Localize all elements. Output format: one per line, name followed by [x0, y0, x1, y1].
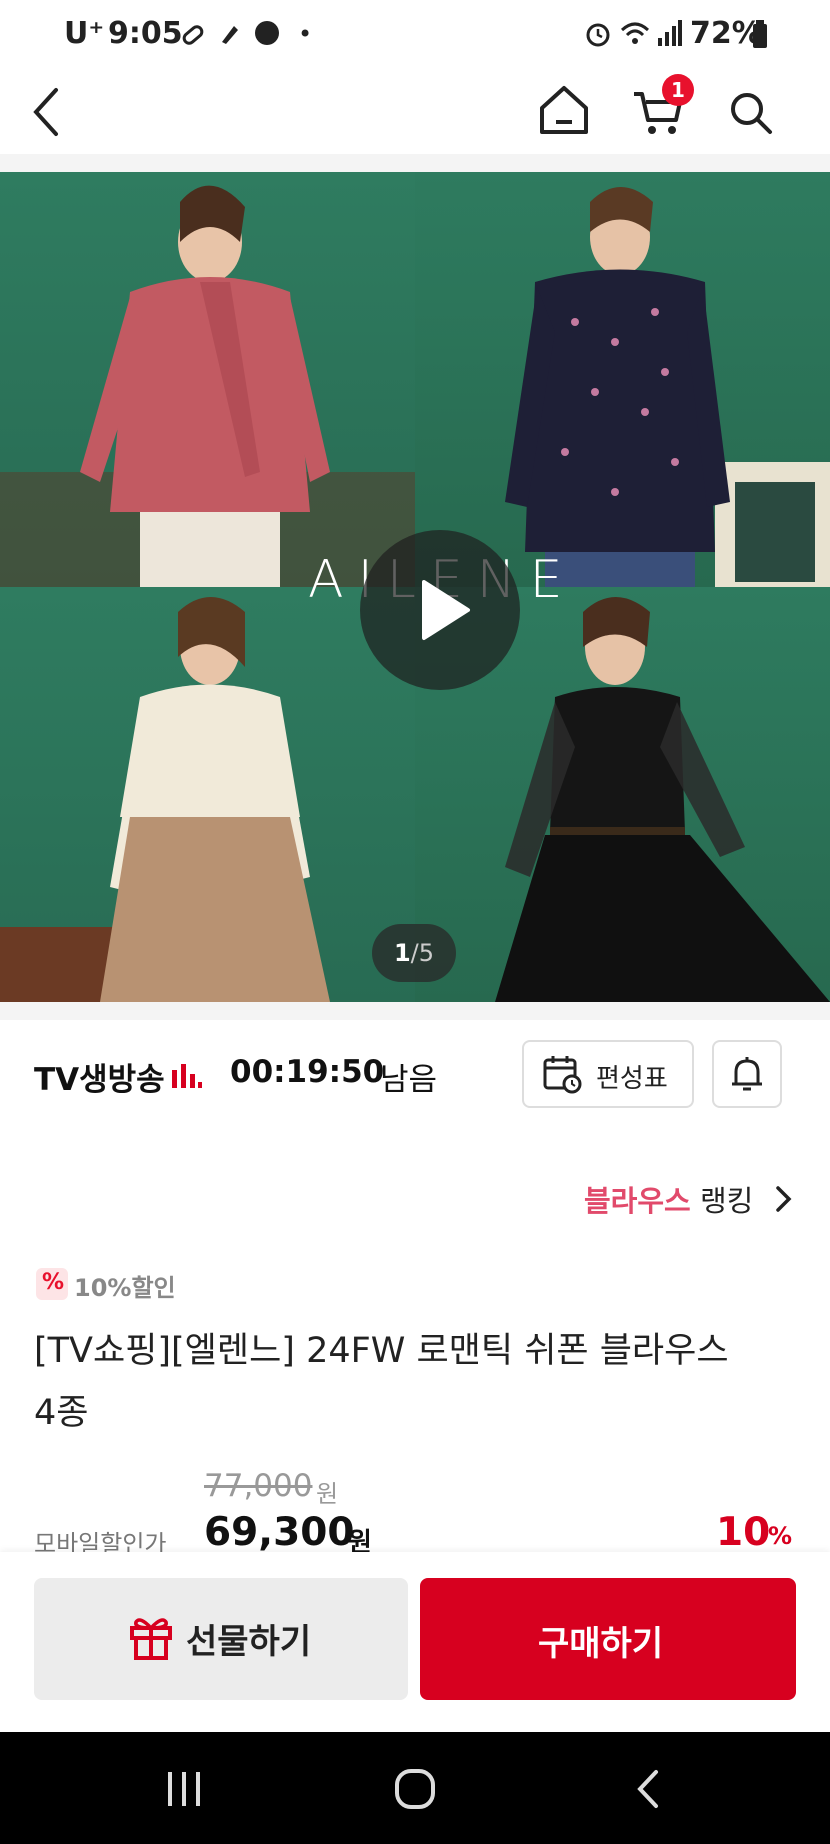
ranking-category: 블라우스	[584, 1184, 691, 1218]
battery-icon	[752, 20, 768, 52]
alarm-icon	[584, 20, 612, 52]
image-page-indicator: 1/5	[372, 924, 456, 982]
chevron-right-icon	[774, 1184, 794, 1218]
product-title-line2: 4종	[34, 1393, 89, 1433]
original-price: 77,000	[204, 1468, 313, 1504]
home-nav-icon[interactable]	[394, 1768, 436, 1814]
top-app-bar: 1	[0, 70, 830, 154]
brush-icon	[216, 20, 244, 52]
buy-button[interactable]: 구매하기	[420, 1578, 796, 1700]
live-countdown: 00:19:50	[230, 1054, 385, 1090]
bell-icon	[732, 1057, 762, 1091]
search-icon[interactable]	[726, 88, 776, 142]
schedule-label: 편성표	[596, 1064, 668, 1094]
schedule-button[interactable]: 편성표	[522, 1040, 694, 1108]
clock: 9:05	[108, 16, 183, 51]
live-alarm-button[interactable]	[712, 1040, 782, 1108]
gift-icon	[130, 1618, 172, 1660]
live-signal-icon	[172, 1060, 202, 1094]
notification-dot: •	[298, 20, 313, 48]
discount-rate-percent: %	[768, 1522, 793, 1550]
hero-divider	[0, 1002, 830, 1020]
gift-label: 선물하기	[186, 1622, 312, 1662]
wifi-icon	[620, 20, 650, 52]
back-nav-icon[interactable]	[634, 1768, 662, 1814]
original-price-unit: 원	[316, 1480, 339, 1508]
page-total: /5	[410, 939, 435, 967]
header-divider	[0, 154, 830, 172]
play-video-button[interactable]	[360, 530, 520, 690]
back-icon[interactable]	[28, 84, 68, 144]
recent-apps-icon[interactable]	[164, 1770, 204, 1812]
carrier-label: U⁺	[64, 16, 105, 51]
buy-label: 구매하기	[538, 1624, 664, 1664]
page-current: 1	[393, 939, 411, 967]
live-remaining-label: 남음	[380, 1062, 438, 1098]
play-icon	[422, 580, 470, 640]
gift-button[interactable]: 선물하기	[34, 1578, 408, 1700]
discount-percent-icon: %	[36, 1268, 68, 1300]
category-ranking-link[interactable]: 블라우스 랭킹	[584, 1178, 753, 1220]
calendar-clock-icon	[543, 1056, 582, 1094]
tv-live-label: TV생방송	[34, 1062, 165, 1098]
cart-badge: 1	[662, 74, 694, 106]
product-image-carousel[interactable]: AILENE 1/5	[0, 172, 830, 1002]
signal-icon	[656, 20, 682, 52]
pill-icon	[180, 22, 206, 52]
ranking-label: 랭킹	[699, 1184, 754, 1218]
status-bar: U⁺ 9:05 • 72%	[0, 0, 830, 70]
gear-badge-icon	[252, 18, 282, 52]
discount-rate: 10	[716, 1510, 771, 1555]
product-title-line1: [TV쇼핑][엘렌느] 24FW 로맨틱 쉬폰 블라우스	[34, 1331, 729, 1371]
sale-price: 69,300	[204, 1510, 355, 1555]
home-icon[interactable]	[536, 82, 592, 142]
system-navigation-bar	[0, 1732, 830, 1844]
purchase-action-bar: 선물하기 구매하기	[0, 1552, 830, 1732]
discount-tag: 10%할인	[74, 1274, 176, 1302]
